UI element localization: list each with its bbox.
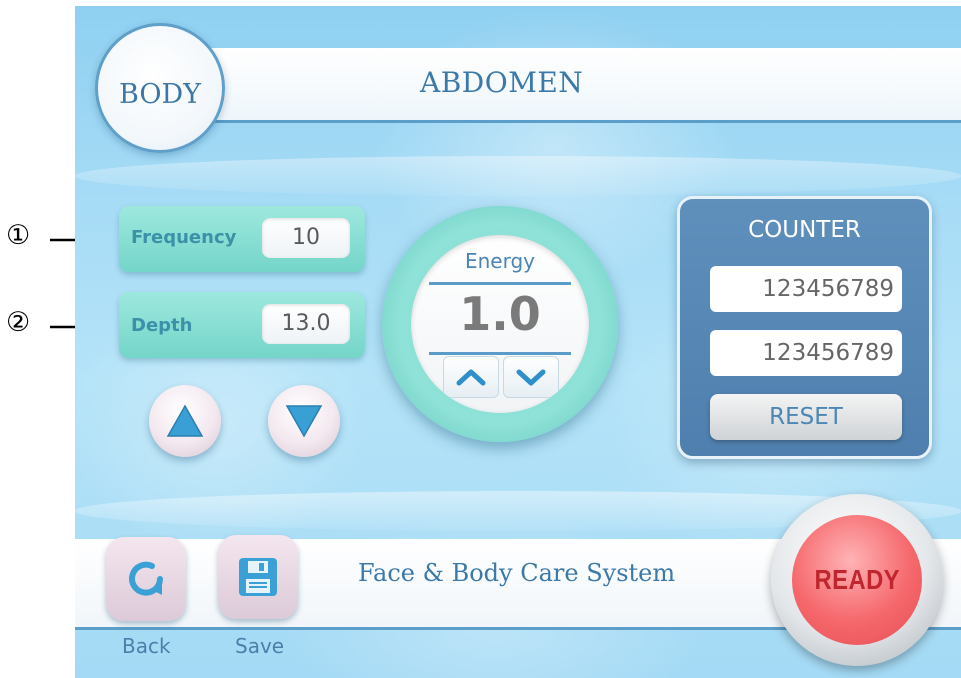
- floppy-disk-icon: [239, 558, 277, 596]
- energy-divider-top: [429, 282, 571, 285]
- device-screen: ABDOMEN BODY Frequency 10 Depth 13.0 Ene…: [75, 6, 961, 678]
- system-name: Face & Body Care System: [358, 559, 676, 587]
- frequency-control[interactable]: Frequency 10: [119, 206, 365, 272]
- page-title: ABDOMEN: [420, 66, 584, 99]
- body-mode-label: BODY: [119, 78, 201, 110]
- decrease-button[interactable]: [268, 385, 340, 457]
- counter-value-1: 123456789: [710, 266, 902, 312]
- save-caption: Save: [235, 634, 285, 658]
- callout-2-marker: ②: [6, 307, 31, 338]
- ready-button[interactable]: READY: [771, 494, 943, 666]
- energy-dial: Energy 1.0: [382, 206, 618, 442]
- body-mode-badge[interactable]: BODY: [95, 23, 225, 153]
- increase-button[interactable]: [149, 385, 221, 457]
- callout-1-marker: ①: [6, 220, 31, 251]
- back-caption: Back: [122, 634, 171, 658]
- frequency-label: Frequency: [131, 227, 237, 248]
- depth-value[interactable]: 13.0: [262, 304, 350, 344]
- energy-down-button[interactable]: [503, 356, 559, 398]
- back-button[interactable]: [106, 537, 186, 621]
- counter-title: COUNTER: [748, 217, 861, 243]
- depth-control[interactable]: Depth 13.0: [119, 292, 365, 358]
- decor-band-top: [75, 156, 961, 196]
- triangle-up-icon: [166, 404, 204, 437]
- counter-value-2: 123456789: [710, 330, 902, 376]
- reset-button[interactable]: RESET: [710, 394, 902, 440]
- refresh-icon: [129, 561, 163, 596]
- ready-button-face: READY: [792, 515, 922, 645]
- ready-label: READY: [814, 564, 900, 595]
- energy-display: Energy 1.0: [411, 235, 589, 413]
- save-button[interactable]: [218, 535, 298, 619]
- energy-value: 1.0: [459, 287, 541, 341]
- frequency-value[interactable]: 10: [262, 218, 350, 258]
- counter-panel: COUNTER 123456789 123456789 RESET: [677, 196, 932, 459]
- depth-label: Depth: [131, 315, 193, 336]
- triangle-down-icon: [285, 405, 323, 438]
- energy-divider-bottom: [429, 352, 571, 355]
- chevron-up-icon: [456, 369, 486, 386]
- energy-label: Energy: [464, 249, 536, 273]
- energy-up-button[interactable]: [443, 356, 499, 398]
- chevron-down-icon: [516, 369, 546, 386]
